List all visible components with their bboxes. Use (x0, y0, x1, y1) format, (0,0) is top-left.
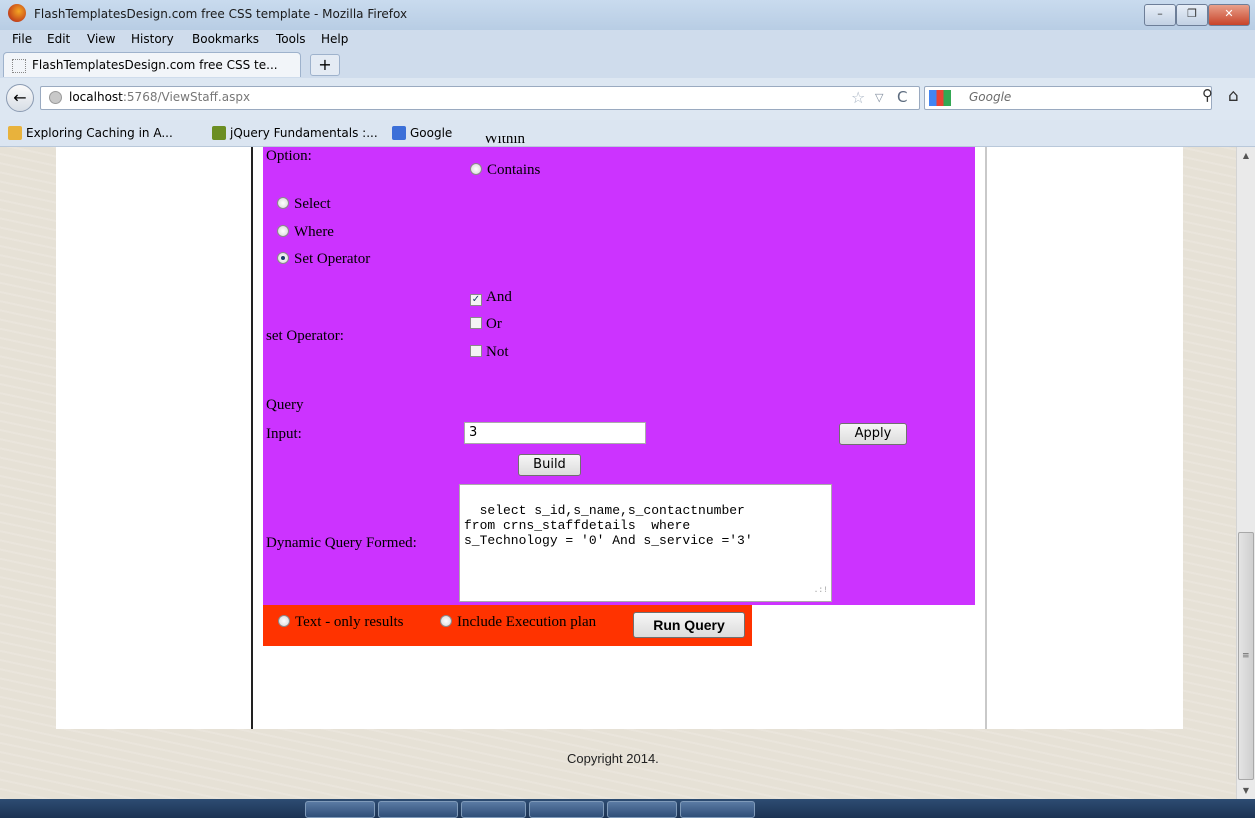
scroll-down-arrow-icon[interactable]: ▼ (1237, 782, 1255, 799)
search-bar[interactable]: Google (924, 86, 1212, 110)
page-scrollbar[interactable]: ▲ ≡ ▼ (1236, 147, 1255, 799)
search-placeholder: Google (969, 90, 1012, 104)
and-checkbox[interactable]: ✓ (470, 294, 482, 306)
scroll-up-arrow-icon[interactable]: ▲ (1237, 147, 1255, 164)
option-partial-label: Within (484, 136, 525, 148)
menu-file[interactable]: File (12, 32, 32, 46)
menu-bar: File Edit View History Bookmarks Tools H… (0, 30, 1255, 50)
scroll-thumb[interactable]: ≡ (1238, 532, 1254, 780)
and-label: And (486, 289, 512, 305)
run-query-button[interactable]: Run Query (633, 612, 745, 638)
text-only-label: Text - only results (295, 614, 404, 630)
firefox-logo-icon (8, 4, 26, 22)
url-bar[interactable]: localhost:5768/ViewStaff.aspx ☆ ▽ C (40, 86, 920, 110)
op-not[interactable]: Not (470, 344, 509, 361)
url-text: localhost:5768/ViewStaff.aspx (69, 90, 250, 104)
scroll-grip-icon: ≡ (1242, 651, 1250, 661)
menu-edit[interactable]: Edit (47, 32, 70, 46)
set-operator-radio[interactable] (277, 252, 289, 264)
url-host: localhost (69, 90, 123, 104)
google-search-engine-icon[interactable] (929, 90, 951, 106)
option-partial-text: Within (484, 136, 526, 147)
bookmark-caching[interactable]: Exploring Caching in A... (8, 126, 173, 140)
contains-label: Contains (487, 162, 541, 178)
include-plan-label: Include Execution plan (457, 614, 597, 630)
right-column-border (985, 147, 987, 729)
menu-help[interactable]: Help (321, 32, 348, 46)
bookmark-favicon-icon (212, 126, 226, 140)
option-label: Option: (266, 148, 312, 164)
reload-icon[interactable]: C (897, 88, 907, 106)
bookmark-google[interactable]: Google (392, 126, 452, 140)
menu-view[interactable]: View (87, 32, 115, 46)
taskbar-button[interactable] (378, 801, 458, 818)
where-radio[interactable] (277, 225, 289, 237)
taskbar-button[interactable] (607, 801, 677, 818)
query-input-field[interactable]: 3 (464, 422, 646, 444)
bookmark-label: Google (410, 126, 453, 140)
mode-select[interactable]: Select (277, 196, 331, 213)
or-label: Or (486, 316, 502, 332)
not-label: Not (486, 344, 509, 360)
menu-bookmarks[interactable]: Bookmarks (192, 32, 259, 46)
bookmark-star-icon[interactable]: ☆ (851, 88, 865, 107)
where-label: Where (294, 224, 334, 240)
minimize-button[interactable]: – (1144, 4, 1176, 26)
history-dropdown-icon[interactable]: ▽ (875, 91, 883, 104)
os-taskbar (0, 799, 1255, 818)
mode-set-operator[interactable]: Set Operator (277, 251, 370, 268)
or-checkbox[interactable] (470, 317, 482, 329)
url-path: :5768/ViewStaff.aspx (122, 90, 251, 104)
close-window-button[interactable]: ✕ (1208, 4, 1250, 26)
new-tab-button[interactable]: + (310, 54, 340, 76)
bookmark-label: jQuery Fundamentals :... (230, 126, 378, 140)
input-label: Input: (266, 426, 302, 442)
contains-radio[interactable] (470, 163, 482, 175)
home-icon[interactable]: ⌂ (1228, 86, 1239, 106)
mode-where[interactable]: Where (277, 224, 334, 241)
page-icon (12, 59, 26, 73)
taskbar-button[interactable] (461, 801, 526, 818)
select-radio[interactable] (277, 197, 289, 209)
bookmark-label: Exploring Caching in A... (26, 126, 173, 140)
bookmarks-toolbar: Exploring Caching in A... jQuery Fundame… (0, 120, 1255, 147)
menu-history[interactable]: History (131, 32, 174, 46)
text-only-option[interactable]: Text - only results (278, 614, 404, 631)
include-plan-radio[interactable] (440, 615, 452, 627)
not-checkbox[interactable] (470, 345, 482, 357)
globe-icon (49, 91, 62, 104)
tab-active[interactable]: FlashTemplatesDesign.com free CSS te... (3, 52, 301, 77)
set-operator-label: Set Operator (294, 251, 371, 267)
bookmark-favicon-icon (8, 126, 22, 140)
option-contains[interactable]: Contains (470, 162, 540, 179)
tab-label: FlashTemplatesDesign.com free CSS te... (32, 58, 278, 72)
dynamic-query-textarea[interactable]: select s_id,s_name,s_contactnumber from … (459, 484, 832, 602)
copyright-text: Copyright 2014. (567, 751, 659, 766)
bookmark-jquery[interactable]: jQuery Fundamentals :... (212, 126, 378, 140)
back-button[interactable]: ← (6, 84, 34, 112)
maximize-button[interactable]: ❐ (1176, 4, 1208, 26)
text-only-radio[interactable] (278, 615, 290, 627)
dynamic-query-label: Dynamic Query Formed: (266, 535, 417, 551)
search-icon[interactable]: ⚲ (1202, 86, 1213, 104)
window-titlebar: FlashTemplatesDesign.com free CSS templa… (0, 0, 1255, 30)
window-title: FlashTemplatesDesign.com free CSS templa… (34, 7, 408, 21)
op-and[interactable]: ✓ And (470, 289, 512, 306)
left-column-border (251, 147, 253, 729)
taskbar-button[interactable] (680, 801, 755, 818)
select-label: Select (294, 196, 331, 212)
taskbar-button[interactable] (305, 801, 375, 818)
build-button[interactable]: Build (518, 454, 581, 476)
dynamic-query-text: select s_id,s_name,s_contactnumber from … (464, 503, 753, 548)
taskbar-button[interactable] (529, 801, 604, 818)
query-heading: Query (266, 397, 304, 413)
google-icon (392, 126, 406, 140)
include-plan-option[interactable]: Include Execution plan (440, 614, 596, 631)
op-or[interactable]: Or (470, 316, 502, 333)
menu-tools[interactable]: Tools (276, 32, 306, 46)
resize-grip-icon[interactable]: .:! (814, 583, 828, 598)
set-operator-field-label: set Operator: (266, 328, 344, 344)
apply-button[interactable]: Apply (839, 423, 907, 445)
